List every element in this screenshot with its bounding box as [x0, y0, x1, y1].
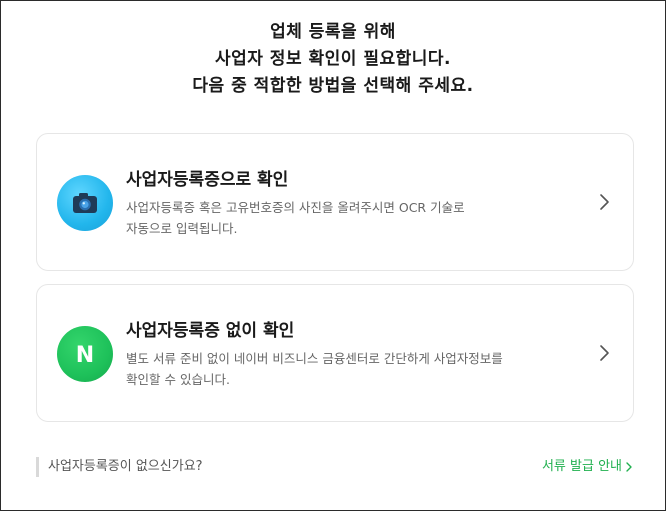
- no-certificate-question: 사업자등록증이 없으신가요?: [36, 457, 203, 477]
- option-description-line-2: 확인할 수 있습니다.: [126, 372, 230, 387]
- camera-icon: [57, 175, 113, 231]
- dialog-frame: 업체 등록을 위해 사업자 정보 확인이 필요합니다. 다음 중 적합한 방법을…: [0, 0, 666, 511]
- heading-line-1: 업체 등록을 위해: [270, 22, 396, 42]
- option-card-no-certificate[interactable]: N 사업자등록증 없이 확인 별도 서류 준비 없이 네이버 비즈니스 금융센터…: [36, 284, 634, 422]
- option-title: 사업자등록증으로 확인: [126, 170, 289, 190]
- option-card-certificate[interactable]: 사업자등록증으로 확인 사업자등록증 혹은 고유번호증의 사진을 올려주시면 O…: [36, 133, 634, 271]
- option-description: 사업자등록증 혹은 고유번호증의 사진을 올려주시면 OCR 기술로 자동으로 …: [126, 197, 596, 239]
- option-description-line-2: 자동으로 입력됩니다.: [126, 221, 238, 236]
- heading-line-2: 사업자 정보 확인이 필요합니다.: [214, 49, 452, 69]
- document-guide-link[interactable]: 서류 발급 안내: [542, 457, 633, 477]
- option-title: 사업자등록증 없이 확인: [126, 321, 295, 341]
- page-heading: 업체 등록을 위해 사업자 정보 확인이 필요합니다. 다음 중 적합한 방법을…: [1, 19, 665, 100]
- option-description-line-1: 별도 서류 준비 없이 네이버 비즈니스 금융센터로 간단하게 사업자정보를: [126, 351, 503, 366]
- chevron-right-icon: [600, 345, 609, 361]
- chevron-right-icon: [626, 461, 632, 472]
- document-guide-label: 서류 발급 안내: [541, 459, 622, 474]
- heading-line-3: 다음 중 적합한 방법을 선택해 주세요.: [192, 76, 474, 96]
- option-description: 별도 서류 준비 없이 네이버 비즈니스 금융센터로 간단하게 사업자정보를 확…: [126, 348, 596, 390]
- naver-n-icon: N: [57, 326, 113, 382]
- chevron-right-icon: [600, 194, 609, 210]
- naver-n-letter: N: [76, 343, 94, 368]
- option-description-line-1: 사업자등록증 혹은 고유번호증의 사진을 올려주시면 OCR 기술로: [126, 200, 465, 215]
